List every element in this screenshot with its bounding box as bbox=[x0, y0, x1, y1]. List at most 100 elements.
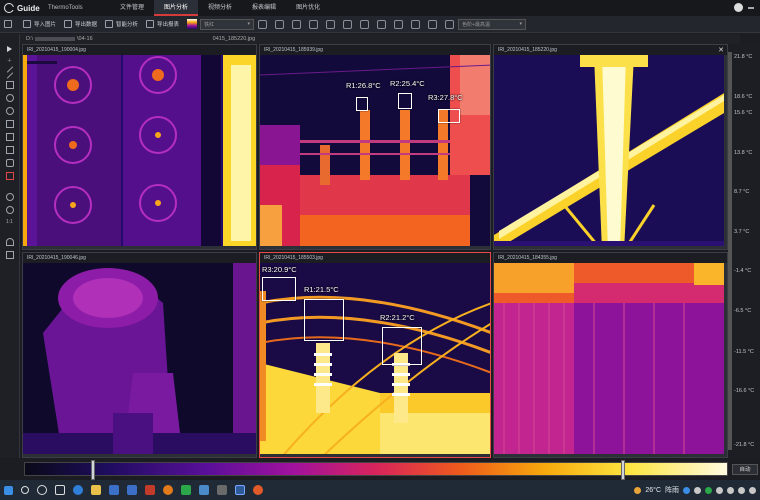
palette-swatch-icon[interactable] bbox=[187, 19, 198, 29]
pane-caption: IRI_20210415_185939.jpg bbox=[260, 45, 490, 55]
pin-icon[interactable] bbox=[394, 19, 404, 29]
rectangle-tool-icon[interactable] bbox=[5, 81, 14, 89]
windows-start-icon[interactable] bbox=[4, 485, 13, 495]
vertical-scrollbar[interactable] bbox=[724, 263, 727, 457]
volume-icon[interactable] bbox=[727, 486, 734, 494]
auto-range-button[interactable]: 自动 bbox=[732, 464, 758, 475]
task-view-icon[interactable] bbox=[55, 485, 65, 495]
horizontal-scrollbar[interactable] bbox=[494, 246, 727, 249]
image-icon[interactable] bbox=[428, 19, 438, 29]
store-icon[interactable] bbox=[109, 485, 119, 495]
input-method-icon[interactable] bbox=[738, 486, 745, 494]
ellipse-tool-icon[interactable] bbox=[5, 107, 14, 115]
circle-tool-icon[interactable] bbox=[5, 94, 14, 102]
thermal-pane-5[interactable]: IRI_20210415_185503.jpg R3:20.9°C R1:21.… bbox=[259, 252, 491, 458]
horizontal-scrollbar[interactable] bbox=[494, 454, 727, 457]
smart-analysis-button[interactable]: 智能分析 bbox=[105, 20, 138, 28]
measurement-r2-box[interactable] bbox=[382, 327, 422, 365]
wechat-icon[interactable] bbox=[181, 485, 191, 495]
table-icon[interactable] bbox=[309, 19, 319, 29]
palette-max-handle[interactable] bbox=[621, 460, 625, 480]
app-gray-icon[interactable] bbox=[217, 485, 227, 495]
ratio-label[interactable]: 1:1 bbox=[6, 219, 13, 225]
thermal-pane-4[interactable]: IRI_20210415_190046.jpg bbox=[22, 252, 257, 458]
app-blue-icon[interactable] bbox=[199, 485, 209, 495]
export-data-button[interactable]: 导出数据 bbox=[64, 20, 97, 28]
menu-image-analysis[interactable]: 图片分析 bbox=[154, 0, 199, 16]
path-suffix: 0415_185220.jpg bbox=[212, 36, 256, 42]
audio-icon[interactable] bbox=[411, 19, 421, 29]
zoom-out-icon[interactable] bbox=[5, 206, 14, 214]
polyline-tool-icon[interactable] bbox=[6, 72, 13, 79]
measurement-r2-box[interactable] bbox=[398, 93, 412, 109]
file-explorer-icon[interactable] bbox=[91, 485, 101, 495]
horizontal-scrollbar[interactable] bbox=[260, 454, 490, 457]
heart-icon[interactable] bbox=[5, 238, 14, 246]
palette-select[interactable]: 铁红 ▾ bbox=[200, 18, 255, 30]
file-path-bar: D:\ \04-16 0415_185220.jpg bbox=[20, 34, 740, 44]
network-icon[interactable] bbox=[716, 486, 723, 494]
menu-report-edit[interactable]: 报表编辑 bbox=[242, 0, 286, 16]
wechat-tray-icon[interactable] bbox=[705, 486, 712, 494]
scale-scrollbar[interactable] bbox=[728, 52, 732, 450]
thermal-pane-1[interactable]: IRI_20210415_190004.jpg bbox=[22, 44, 257, 250]
pointer-tool-icon[interactable] bbox=[7, 46, 12, 52]
user-icon[interactable] bbox=[734, 3, 743, 12]
crosshair-tool-icon[interactable]: ＋ bbox=[7, 57, 12, 64]
guide-logo: Guide bbox=[0, 3, 48, 13]
square-tool-icon[interactable] bbox=[5, 120, 14, 128]
horizontal-scrollbar[interactable] bbox=[23, 246, 256, 249]
app-circle-icon[interactable] bbox=[253, 485, 263, 495]
export-data-icon bbox=[64, 20, 73, 28]
delete-icon[interactable] bbox=[5, 172, 14, 180]
thermal-image: R1:26.8°C R2:25.4°C R3:27.8°C bbox=[260, 55, 490, 249]
menu-file-management[interactable]: 文件管理 bbox=[110, 0, 154, 16]
thermal-pane-3[interactable]: IRI_20210415_185220.jpg ✕ bbox=[493, 44, 728, 250]
line-chart-icon[interactable] bbox=[292, 19, 302, 29]
import-image-button[interactable]: 导入图片 bbox=[23, 20, 56, 28]
adjust-icon[interactable] bbox=[258, 19, 268, 29]
scale-label: 13.8 °C bbox=[734, 150, 753, 156]
grid-icon[interactable] bbox=[343, 19, 353, 29]
menu-image-optimize[interactable]: 图片优化 bbox=[286, 0, 330, 16]
bluetooth-icon[interactable] bbox=[683, 486, 690, 494]
thermal-pane-2[interactable]: IRI_20210415_185939.jpg R1:26.8°C R2:25.… bbox=[259, 44, 491, 250]
display-mode-select[interactable]: 色阶+最高温 ▾ bbox=[458, 18, 527, 30]
measurement-r1-box[interactable] bbox=[356, 97, 368, 111]
rotate-icon[interactable] bbox=[445, 19, 455, 29]
notification-icon[interactable] bbox=[749, 486, 756, 494]
fullscreen-icon[interactable] bbox=[377, 19, 387, 29]
horizontal-scrollbar[interactable] bbox=[23, 454, 256, 457]
measurement-r1-box[interactable] bbox=[304, 299, 344, 341]
thermal-image bbox=[494, 55, 727, 249]
mail-icon[interactable] bbox=[127, 485, 137, 495]
menu-video-analysis[interactable]: 视频分析 bbox=[198, 0, 242, 16]
vertical-scrollbar[interactable] bbox=[724, 55, 727, 249]
note-icon[interactable] bbox=[5, 251, 14, 259]
export-report-button[interactable]: 导出报表 bbox=[146, 20, 179, 28]
measurement-r3-box[interactable] bbox=[262, 277, 296, 301]
monitor-icon[interactable] bbox=[326, 19, 336, 29]
transformer-wall-thermal bbox=[494, 263, 727, 457]
horizontal-scrollbar[interactable] bbox=[260, 246, 490, 249]
color-palette-bar[interactable] bbox=[24, 460, 728, 480]
thermal-pane-6[interactable]: IRI_20210415_184355.jpg bbox=[493, 252, 728, 458]
palette-min-handle[interactable] bbox=[91, 460, 95, 480]
minimize-icon[interactable] bbox=[748, 6, 754, 9]
histogram-icon[interactable] bbox=[275, 19, 285, 29]
zoom-in-icon[interactable] bbox=[5, 193, 14, 201]
close-icon[interactable]: ✕ bbox=[718, 46, 724, 54]
save-button[interactable] bbox=[4, 20, 15, 28]
thermotools-taskbar-icon[interactable] bbox=[235, 485, 245, 495]
measurement-r3-box[interactable] bbox=[438, 109, 460, 123]
cortana-icon[interactable] bbox=[37, 485, 47, 495]
region-tool-icon[interactable] bbox=[5, 146, 14, 154]
tray-icon[interactable] bbox=[694, 486, 701, 494]
compare-icon[interactable] bbox=[360, 19, 370, 29]
eraser-icon[interactable] bbox=[5, 159, 14, 167]
polygon-tool-icon[interactable] bbox=[5, 133, 14, 141]
edge-icon[interactable] bbox=[73, 485, 83, 495]
app-orange-icon[interactable] bbox=[163, 485, 173, 495]
app-red-icon[interactable] bbox=[145, 485, 155, 495]
search-icon[interactable] bbox=[21, 486, 29, 494]
